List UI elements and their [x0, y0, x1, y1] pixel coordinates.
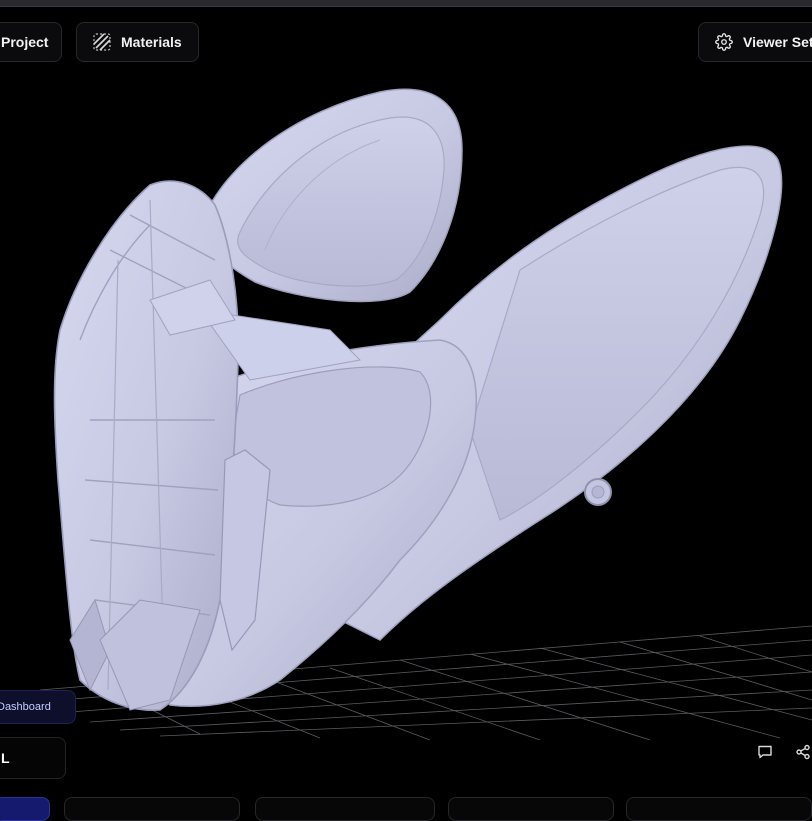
model-name-field[interactable]: L — [0, 737, 66, 779]
dashboard-button[interactable]: Dashboard — [0, 690, 76, 724]
window-top-edge — [0, 0, 812, 7]
model-name-text: L — [1, 750, 10, 766]
thumbnail-slot-1[interactable] — [0, 797, 50, 821]
materials-label: Materials — [121, 34, 182, 50]
gear-icon — [715, 33, 733, 51]
mask-model-render — [39, 88, 812, 740]
comment-icon[interactable] — [757, 744, 773, 760]
thumbnail-slot-3[interactable] — [255, 797, 435, 821]
3d-viewport[interactable] — [0, 60, 812, 740]
share-icon[interactable] — [795, 744, 811, 760]
thumbnail-slot-4[interactable] — [448, 797, 614, 821]
thumbnail-slot-5[interactable] — [626, 797, 812, 821]
viewer-settings-label: Viewer Settings — [743, 34, 812, 50]
viewer-settings-button[interactable]: Viewer Settings — [698, 22, 812, 62]
project-label: Project — [1, 34, 49, 50]
project-button[interactable]: Project — [0, 22, 62, 62]
dashboard-label: Dashboard — [0, 701, 51, 713]
hatch-texture-icon — [93, 33, 111, 51]
materials-button[interactable]: Materials — [76, 22, 199, 62]
thumbnail-slot-2[interactable] — [64, 797, 240, 821]
